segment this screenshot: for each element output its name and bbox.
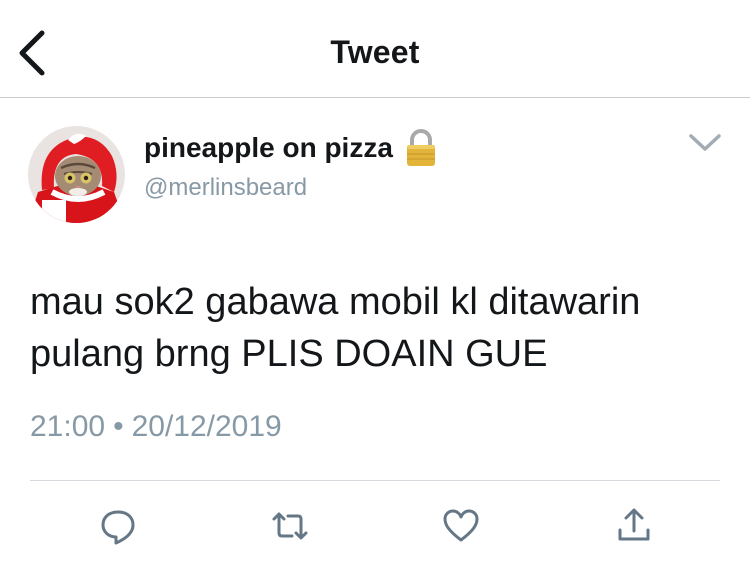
tweet-timestamp: 21:00 • 20/12/2019 <box>30 410 282 444</box>
share-icon[interactable] <box>614 506 654 546</box>
tweet-date: 20/12/2019 <box>131 410 282 443</box>
like-icon[interactable] <box>441 506 481 546</box>
avatar[interactable] <box>28 126 125 223</box>
author-handle[interactable]: @merlinsbeard <box>144 174 307 202</box>
divider <box>30 480 720 481</box>
tweet-text: mau sok2 gabawa mobil kl ditawarin pulan… <box>30 276 730 380</box>
cat-avatar-image <box>28 126 125 223</box>
meta-separator: • <box>113 410 124 443</box>
tweet-text-line: mau sok2 gabawa mobil kl ditawarin <box>30 281 641 323</box>
reply-icon[interactable] <box>98 506 138 546</box>
top-bar: Tweet <box>0 0 750 98</box>
lock-icon <box>406 129 435 166</box>
author-row[interactable]: pineapple on pizza <box>144 128 437 168</box>
chevron-down-icon[interactable] <box>686 130 724 156</box>
author-name[interactable]: pineapple on pizza <box>144 132 393 164</box>
tweet-text-line: pulang brng PLIS DOAIN GUE <box>30 333 548 375</box>
retweet-icon[interactable] <box>270 506 310 546</box>
page-title: Tweet <box>330 34 420 70</box>
tweet-time: 21:00 <box>30 410 106 443</box>
